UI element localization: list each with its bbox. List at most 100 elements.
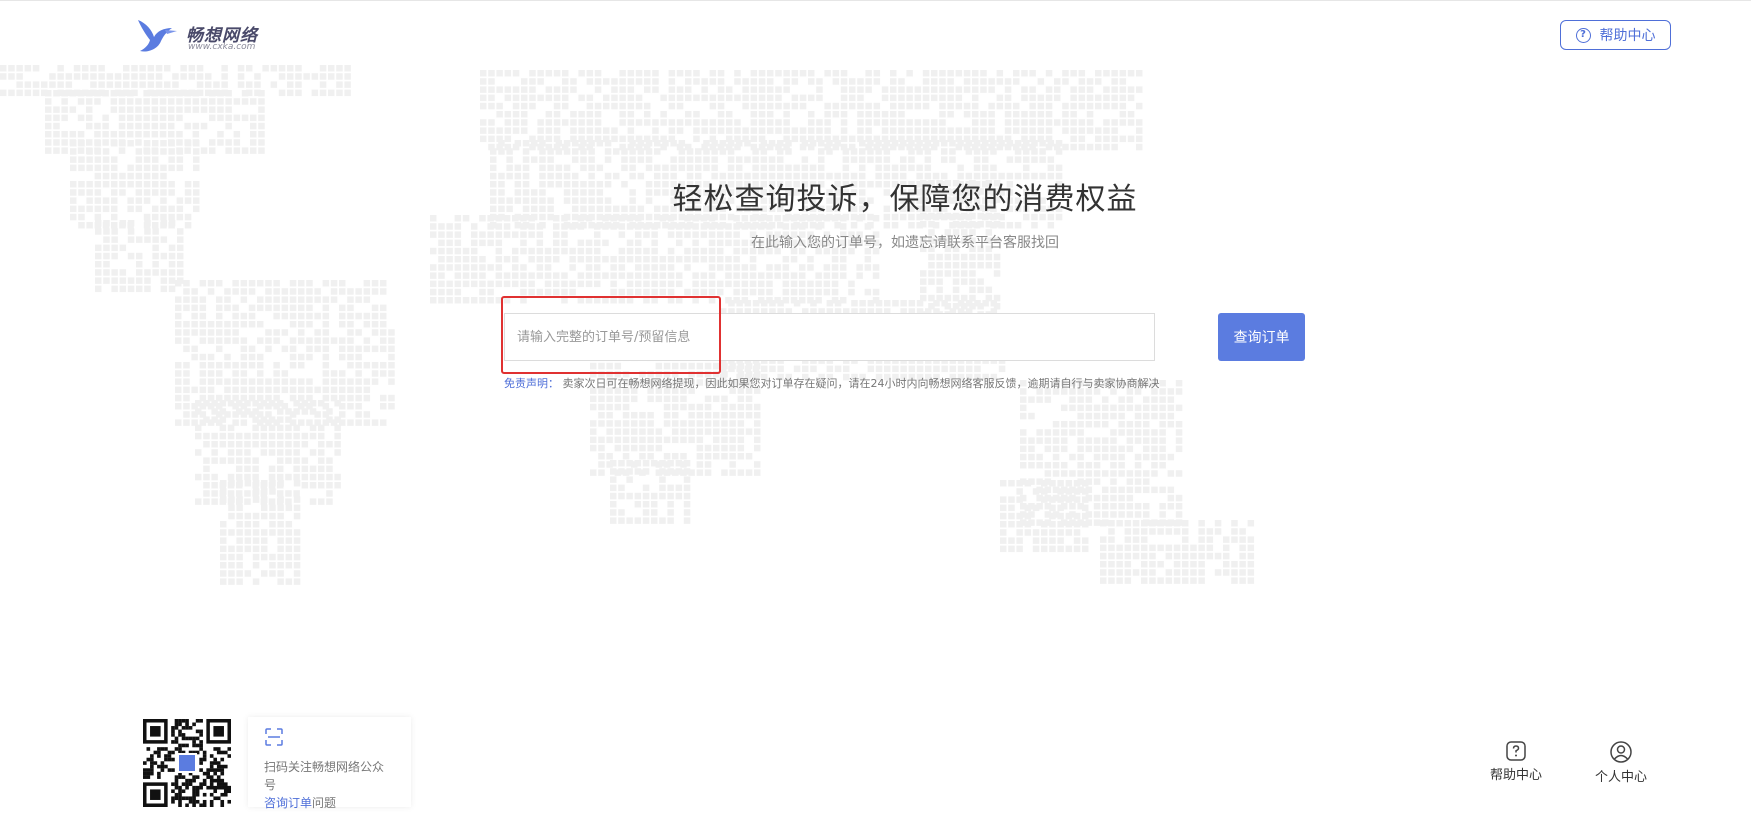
map-dot <box>454 272 462 279</box>
map-dot <box>1004 102 1012 110</box>
map-dot <box>1126 494 1134 502</box>
map-dot <box>1078 94 1086 102</box>
map-dot <box>1151 412 1158 420</box>
map-dot <box>143 98 150 105</box>
qr-module <box>188 778 193 783</box>
map-dot <box>700 272 708 279</box>
map-dot <box>603 78 610 85</box>
map-dot <box>199 337 207 344</box>
map-dot <box>496 86 503 93</box>
map-dot <box>563 164 571 172</box>
map-dot <box>118 98 126 105</box>
map-dot <box>955 94 963 102</box>
map-dot <box>1136 102 1143 110</box>
map-dot <box>686 148 694 155</box>
map-dot <box>503 272 511 279</box>
map-dot <box>1078 70 1086 77</box>
map-dot <box>693 119 700 126</box>
map-dot <box>318 498 325 505</box>
map-dot <box>683 509 691 516</box>
map-dot <box>626 272 634 279</box>
map-dot <box>1013 102 1020 110</box>
map-dot <box>462 297 470 304</box>
map-dot <box>531 156 538 163</box>
map-dot <box>1103 102 1110 110</box>
map-dot <box>898 111 905 118</box>
map-dot <box>972 78 979 85</box>
map-dot <box>16 73 23 80</box>
map-dot <box>758 70 766 77</box>
logo[interactable]: 畅想网络 www.cxka.com <box>136 17 286 57</box>
map-dot <box>301 441 309 448</box>
map-dot <box>224 353 231 361</box>
map-dot <box>1093 478 1101 485</box>
map-dot <box>914 119 922 126</box>
map-dot <box>1118 511 1125 518</box>
map-dot <box>199 370 207 377</box>
map-dot <box>631 412 638 419</box>
map-dot <box>285 416 292 423</box>
map-dot <box>269 480 276 487</box>
map-dot <box>309 449 317 456</box>
map-dot <box>1103 94 1110 102</box>
help-center-button[interactable]: ? 帮助中心 <box>1560 20 1671 50</box>
map-dot <box>177 252 184 260</box>
map-dot <box>334 432 341 440</box>
qr-module <box>213 789 218 794</box>
footer-help-button[interactable]: 帮助中心 <box>1481 740 1551 783</box>
map-dot <box>562 119 569 126</box>
map-dot <box>1126 396 1134 403</box>
footer-user-button[interactable]: 个人中心 <box>1586 740 1656 785</box>
map-dot <box>246 81 253 88</box>
query-order-button[interactable]: 查询订单 <box>1218 313 1305 361</box>
map-dot <box>974 365 981 373</box>
map-dot <box>990 164 997 172</box>
map-dot <box>1167 503 1175 510</box>
map-dot <box>1127 111 1135 118</box>
map-dot <box>32 65 40 72</box>
map-dot <box>645 148 653 155</box>
map-dot <box>754 428 761 435</box>
map-dot <box>750 94 758 102</box>
map-dot <box>1073 512 1081 520</box>
map-dot <box>939 102 946 110</box>
map-dot <box>336 81 343 88</box>
map-dot <box>209 106 216 113</box>
map-dot <box>639 444 646 452</box>
map-dot <box>270 65 278 72</box>
map-dot <box>683 484 691 492</box>
map-dot <box>717 102 725 110</box>
map-dot <box>1239 544 1246 552</box>
map-dot <box>988 86 995 93</box>
map-dot <box>721 362 728 370</box>
map-dot <box>225 114 232 122</box>
map-dot <box>1173 544 1181 552</box>
map-dot <box>200 106 208 113</box>
order-search-input[interactable] <box>504 313 1155 361</box>
map-dot <box>94 156 102 163</box>
disclaimer: 免责声明： 卖家次日可在畅想网络提现，因此如果您对订单存在疑问，请在24小时内向… <box>504 375 1160 391</box>
map-dot <box>334 424 341 432</box>
map-dot <box>856 264 863 271</box>
map-dot <box>1023 148 1030 155</box>
map-dot <box>610 280 617 288</box>
map-dot <box>237 73 245 80</box>
map-dot <box>659 288 667 296</box>
map-dot <box>561 297 568 304</box>
consult-order-link[interactable]: 咨询订单 <box>264 796 312 810</box>
map-dot <box>252 496 260 503</box>
map-dot <box>168 140 175 147</box>
map-dot <box>1095 94 1102 102</box>
map-dot <box>1016 537 1023 544</box>
map-dot <box>111 252 118 260</box>
map-dot <box>856 272 863 279</box>
map-dot <box>118 122 126 130</box>
map-dot <box>941 365 948 373</box>
map-dot <box>244 432 251 440</box>
map-dot <box>293 504 301 512</box>
qr-module <box>157 775 161 779</box>
qr-module <box>206 785 210 790</box>
map-dot <box>164 65 171 72</box>
map-dot <box>701 94 708 102</box>
map-dot <box>1136 135 1143 143</box>
